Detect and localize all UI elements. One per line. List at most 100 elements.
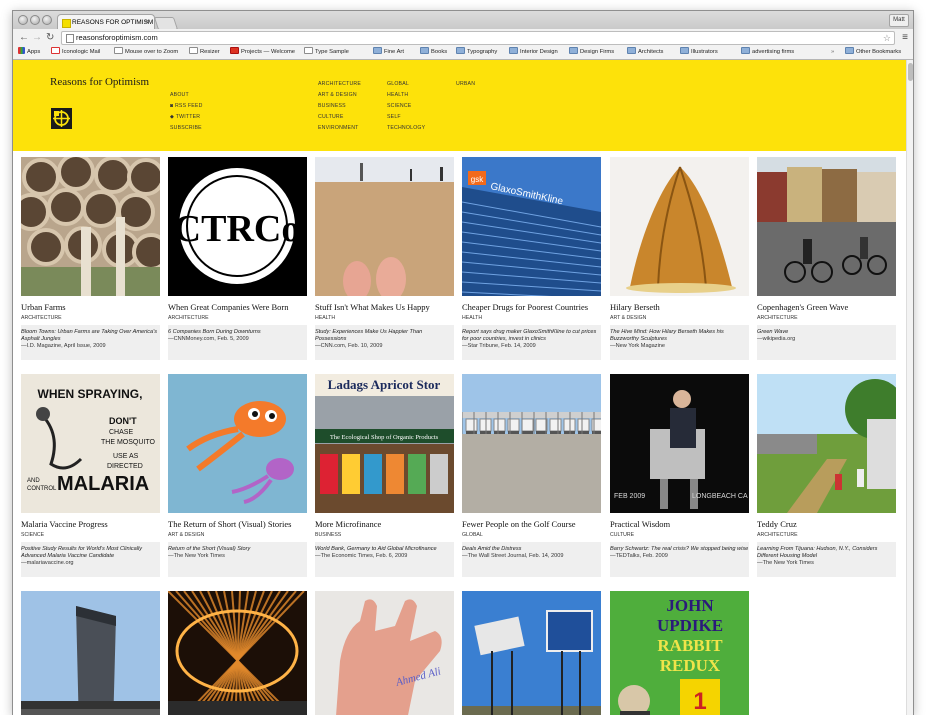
site-title[interactable]: Reasons for Optimism [50,76,149,88]
story-thumbnail[interactable] [21,157,160,296]
address-bar[interactable]: reasonsforoptimism.com ☆ [61,31,895,45]
story-title[interactable]: Teddy Cruz [757,519,896,531]
story-card[interactable]: JOHN UPDIKE RABBIT REDUX 1 Bestseller by… [610,591,749,715]
category-link[interactable]: TECHNOLOGY [387,123,425,134]
story-thumbnail[interactable]: Ahmed Ali [315,591,454,715]
category-link[interactable]: GLOBAL [387,79,425,90]
forward-button[interactable]: → [32,30,42,45]
story-category[interactable]: ARCHITECTURE [757,532,896,539]
story-category[interactable]: ARCHITECTURE [168,315,307,322]
bookmark-item[interactable]: Fine Art [373,46,404,59]
story-thumbnail[interactable] [315,157,454,296]
source-headline[interactable]: Green Wave [757,329,896,336]
story-thumbnail[interactable]: CTRCo [168,157,307,296]
story-title[interactable]: When Great Companies Were Born [168,302,307,314]
story-category[interactable]: BUSINESS [315,532,454,539]
site-logo-icon[interactable] [51,108,72,129]
bookmark-item[interactable]: Interior Design [509,46,558,59]
story-thumbnail[interactable] [610,157,749,296]
bookmark-item[interactable]: Type Sample [304,46,349,59]
bookmark-item[interactable]: Books [420,46,447,59]
bookmark-item[interactable]: Typography [456,46,497,59]
story-title[interactable]: Cheaper Drugs for Poorest Countries [462,302,601,314]
menu-icon[interactable]: ≡ [902,30,908,45]
story-thumbnail[interactable] [462,374,601,513]
source-headline[interactable]: 6 Companies Born During Downturns [168,329,307,336]
source-headline[interactable]: Positive Study Results for World's Most … [21,546,160,560]
category-link[interactable]: ENVIRONMENT [318,123,361,134]
story-thumbnail[interactable]: Ladags Apricot Stor The Ecological Shop … [315,374,454,513]
story-card[interactable]: Ahmed Ali [315,591,454,715]
vertical-scrollbar[interactable] [906,60,913,715]
story-category[interactable]: HEALTH [462,315,601,322]
story-category[interactable]: SCIENCE [21,532,160,539]
story-thumbnail[interactable]: FEB 2009 LONGBEACH CA [610,374,749,513]
url-text[interactable]: reasonsforoptimism.com [76,32,158,44]
story-card[interactable] [168,591,307,715]
minimize-window-button[interactable] [30,15,40,25]
tab-active[interactable]: REASONS FOR OPTIMISM × [57,14,155,30]
story-category[interactable]: GLOBAL [462,532,601,539]
bookmark-item[interactable]: Resizer [189,46,220,59]
story-thumbnail[interactable] [168,374,307,513]
source-headline[interactable]: Deals Amid the Distress [462,546,601,553]
story-thumbnail[interactable]: WHEN SPRAYING, DON'T CHASE THE MOSQUITO … [21,374,160,513]
story-title[interactable]: Urban Farms [21,302,160,314]
about-link[interactable]: ABOUT [170,90,203,101]
story-title[interactable]: Copenhagen's Green Wave [757,302,896,314]
story-category[interactable]: ARCHITECTURE [21,315,160,322]
source-headline[interactable]: Bloom Towns: Urban Farms are Taking Over… [21,329,160,343]
other-bookmarks[interactable]: Other Bookmarks [845,46,901,59]
category-link[interactable]: URBAN [456,79,475,90]
bookmark-item[interactable]: Architects [627,46,663,59]
story-title[interactable]: Hilary Berseth [610,302,749,314]
story-category[interactable]: ART & DESIGN [610,315,749,322]
category-link[interactable]: ART & DESIGN [318,90,361,101]
story-card[interactable]: Stuff Isn't What Makes Us Happy HEALTH S… [315,157,454,360]
rss-feed-link[interactable]: ◙ RSS FEED [170,101,203,112]
bookmark-item[interactable]: Projects — Welcome [230,46,295,59]
close-window-button[interactable] [18,15,28,25]
bookmark-item[interactable]: Apps [18,46,40,59]
story-thumbnail[interactable] [21,591,160,715]
zoom-window-button[interactable] [42,15,52,25]
source-headline[interactable]: Barry Schwartz: The real crisis? We stop… [610,546,749,553]
source-headline[interactable]: The Hive Mind: How Hilary Berseth Makes … [610,329,749,343]
story-category[interactable]: ARCHITECTURE [757,315,896,322]
story-thumbnail[interactable] [462,591,601,715]
category-link[interactable]: BUSINESS [318,101,361,112]
story-title[interactable]: Practical Wisdom [610,519,749,531]
story-card[interactable]: Copenhagen's Green Wave ARCHITECTURE Gre… [757,157,896,360]
story-title[interactable]: The Return of Short (Visual) Stories [168,519,307,531]
bookmark-item[interactable]: Mouse over to Zoom [114,46,178,59]
scrollbar-thumb[interactable] [908,63,913,81]
story-card[interactable]: Teddy Cruz ARCHITECTURE Learning From Ti… [757,374,896,577]
tab-close-icon[interactable]: × [145,15,149,30]
story-thumbnail[interactable] [168,591,307,715]
story-card[interactable]: WHEN SPRAYING, DON'T CHASE THE MOSQUITO … [21,374,160,577]
story-card[interactable]: Fewer People on the Golf Course GLOBAL D… [462,374,601,577]
twitter-link[interactable]: ◆ TWITTER [170,112,203,123]
bookmark-item[interactable]: Iconologic Mail [51,46,100,59]
bookmark-item[interactable]: Illustrators [680,46,718,59]
story-title[interactable]: More Microfinance [315,519,454,531]
source-headline[interactable]: Learning From Tijuana: Hudson, N.Y., Con… [757,546,896,560]
category-link[interactable]: SELF [387,112,425,123]
bookmark-star-icon[interactable]: ☆ [883,32,891,44]
story-card[interactable] [462,591,601,715]
story-thumbnail[interactable]: gsk GlaxoSmithKline [462,157,601,296]
source-headline[interactable]: Report says drug maker GlaxoSmithKline t… [462,329,601,343]
story-card[interactable]: CTRCo When Great Companies Were Born ARCH… [168,157,307,360]
story-title[interactable]: Malaria Vaccine Progress [21,519,160,531]
bookmark-item[interactable]: advertising firms [741,46,794,59]
source-headline[interactable]: World Bank, Germany to Aid Global Microf… [315,546,454,553]
reload-button[interactable]: ↻ [46,30,54,45]
story-card[interactable]: Urban Farms ARCHITECTURE Bloom Towns: Ur… [21,157,160,360]
story-category[interactable]: ART & DESIGN [168,532,307,539]
story-card[interactable] [21,591,160,715]
user-profile-button[interactable]: Matt [889,14,909,27]
story-category[interactable]: HEALTH [315,315,454,322]
story-title[interactable]: Fewer People on the Golf Course [462,519,601,531]
source-headline[interactable]: Return of the Short (Visual) Story [168,546,307,553]
more-bookmarks-chevron-icon[interactable]: » [831,46,834,59]
